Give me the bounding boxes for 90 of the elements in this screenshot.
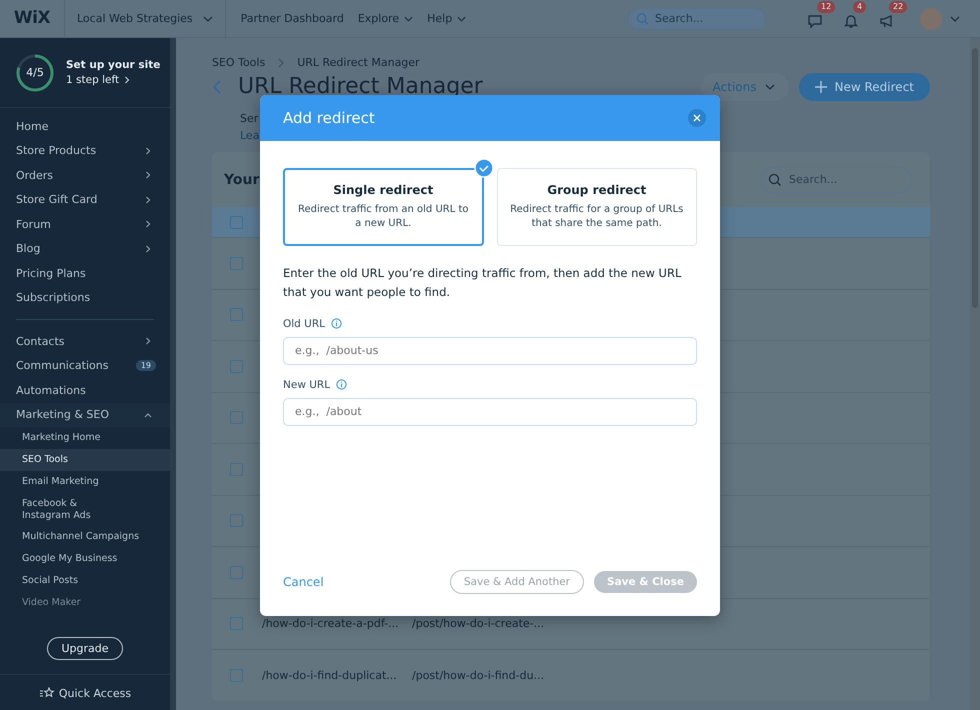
sidebar-item-label: Communications (16, 359, 110, 372)
count-badge: 22 (889, 0, 908, 12)
field-label: Old URL (283, 318, 326, 330)
sidebar-item[interactable]: Store Products (0, 138, 170, 163)
close-icon (693, 114, 701, 122)
avatar[interactable] (920, 8, 942, 30)
info-icon[interactable] (336, 379, 348, 390)
checkbox[interactable] (230, 617, 243, 630)
sidebar-item[interactable]: Subscriptions (0, 286, 170, 310)
star-icon (38, 687, 55, 699)
checkbox[interactable] (230, 411, 243, 424)
sidebar-item-label: Orders (16, 168, 54, 182)
caret-icon (764, 84, 775, 90)
sidebar-item[interactable]: Store Gift Card (0, 188, 170, 212)
sidebar-item-label: Contacts (16, 334, 66, 348)
option-title: Group redirect (547, 183, 646, 197)
search-field[interactable]: Search... (628, 8, 766, 30)
progress-text: 4/5 (25, 65, 45, 81)
sidebar-item[interactable]: Pricing Plans (0, 261, 170, 286)
page-description: Ser (240, 112, 258, 125)
bell-icon (843, 12, 859, 28)
new-redirect-button[interactable]: New Redirect (798, 73, 930, 101)
table-title: Your (224, 172, 260, 188)
sidebar-subitem[interactable]: Multichannel Campaigns (0, 526, 170, 548)
table-cell-text: /how-do-i-create-a-pdf-... (262, 617, 400, 630)
sidebar-subitem[interactable]: Marketing Home (0, 427, 170, 449)
sidebar-item[interactable]: Automations (0, 378, 170, 402)
option-description: Redirect traffic for a group of URLs that share the same path. (509, 203, 684, 231)
checkmark-icon (474, 158, 494, 178)
chevron-right-icon (124, 76, 130, 84)
instructions-text: Enter the old URL you’re directing traffic from, then add the new URL that you want people to find. (283, 265, 682, 301)
sidebar-item[interactable]: Communications 19 (0, 354, 170, 378)
sidebar-item[interactable]: Marketing & SEO (0, 402, 170, 427)
close-button[interactable] (688, 109, 706, 127)
checkbox[interactable] (230, 462, 243, 476)
table-cell-text: /post/how-do-i-create-... (412, 617, 546, 630)
upgrade-button[interactable]: Upgrade (47, 637, 123, 660)
sidebar-item[interactable]: Blog (0, 236, 170, 261)
sidebar-item-label: Forum (16, 218, 52, 231)
chat-icon (807, 12, 823, 28)
caret-icon (202, 16, 213, 22)
count-badge: 12 (817, 0, 836, 12)
option-description: Redirect traffic from an old URL to a new URL. (297, 203, 470, 231)
checkbox[interactable] (230, 216, 243, 228)
sidebar-subitem[interactable]: Facebook & Instagram Ads (0, 492, 170, 526)
option-title: Single redirect (333, 183, 434, 197)
count-badge: 4 (853, 0, 866, 12)
url-input[interactable]: e.g., /about-us (283, 336, 697, 365)
setup-subtitle[interactable]: 1 step left (66, 74, 120, 86)
sidebar-item-label: Automations (16, 384, 87, 397)
dialog-title: Add redirect (283, 109, 375, 127)
quick-access-button[interactable]: Quick Access (0, 675, 170, 710)
table-cell-text: /how-do-i-find-duplicat... (262, 668, 398, 682)
field-label: New URL (283, 378, 330, 391)
checkbox[interactable] (230, 566, 243, 579)
sidebar-item-label: Store Products (16, 144, 98, 158)
sidebar-item-label: Subscriptions (16, 291, 92, 304)
search-field[interactable]: Search... (760, 166, 912, 192)
sidebar-subitem[interactable]: Social Posts (0, 570, 170, 592)
sidebar-item[interactable]: Forum (0, 212, 170, 236)
sidebar-subitem[interactable]: Email Marketing (0, 470, 170, 493)
sidebar-subitem[interactable]: Video Maker (0, 592, 170, 614)
sidebar-item-label: Store Gift Card (16, 193, 98, 206)
chevron-right-icon (277, 58, 286, 68)
sidebar-item-label: Pricing Plans (16, 266, 87, 280)
sidebar-item-label: Marketing & SEO (16, 408, 110, 422)
sidebar-item-label: Blog (16, 242, 42, 256)
caret-icon[interactable] (950, 16, 960, 22)
info-icon[interactable] (331, 318, 342, 330)
checkbox[interactable] (230, 308, 243, 322)
sidebar-subitem[interactable]: Google My Business (0, 548, 170, 570)
url-input[interactable]: e.g., /about (283, 398, 697, 426)
checkbox[interactable] (230, 360, 243, 373)
table-cell-text: /post/how-do-i-find-du... (412, 668, 546, 682)
redirect-option[interactable]: Group redirect Redirect traffic for a group of URLs that share the same path. (496, 168, 697, 246)
count-badge: 19 (136, 360, 156, 372)
back-icon[interactable] (212, 80, 222, 94)
redirect-option[interactable]: Single redirect Redirect traffic from an old URL to a new URL. (283, 168, 484, 246)
plus-icon (814, 81, 827, 93)
sidebar-item[interactable]: Home (0, 114, 170, 138)
sidebar-item[interactable]: Orders (0, 163, 170, 188)
checkbox[interactable] (230, 256, 243, 270)
checkbox[interactable] (230, 514, 243, 528)
checkbox[interactable] (230, 668, 243, 682)
page-title: URL Redirect Manager (238, 73, 483, 101)
sidebar-item-label: Home (16, 120, 50, 133)
setup-title[interactable]: Set up your site (66, 59, 160, 71)
sidebar-item[interactable]: Contacts (0, 329, 170, 354)
sidebar-subitem[interactable]: SEO Tools (0, 448, 170, 471)
search-icon (768, 172, 782, 186)
